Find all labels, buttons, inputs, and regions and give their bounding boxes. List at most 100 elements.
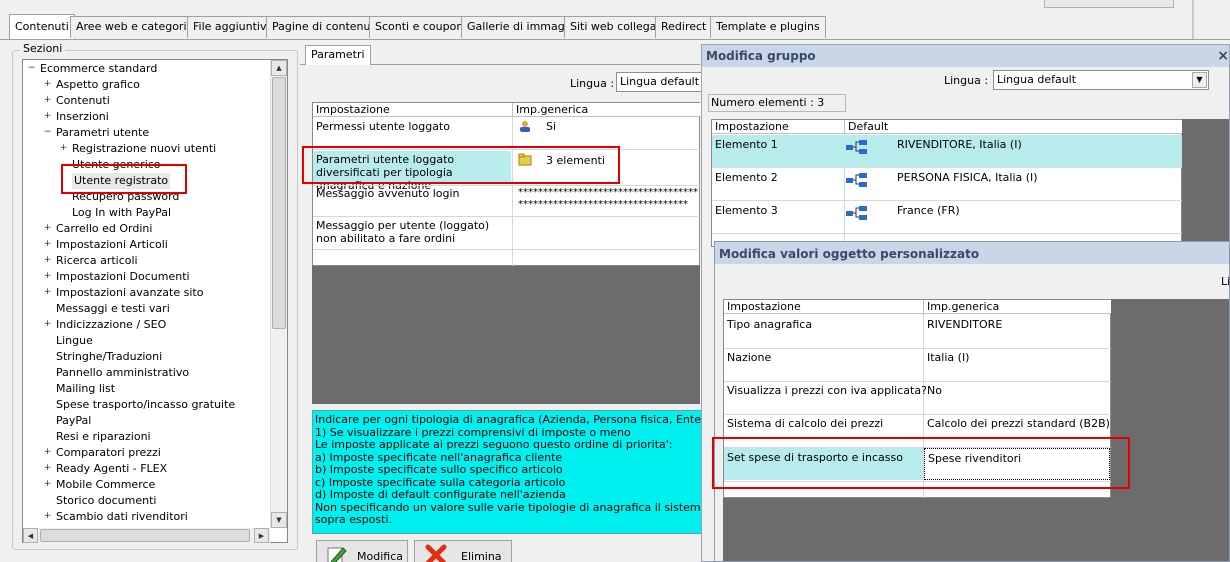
tree-item[interactable]: Ecommerce standard <box>40 61 157 77</box>
tab-file-aggiuntivi[interactable]: File aggiuntivi <box>187 16 276 38</box>
expand-icon[interactable]: + <box>43 96 52 105</box>
expand-icon[interactable]: + <box>43 512 52 521</box>
custom-row-3-value[interactable]: Calcolo dei prezzi standard (B2B) <box>924 417 1110 430</box>
tree-item[interactable]: Mobile Commerce <box>56 477 155 493</box>
custom-row-1-value[interactable]: Italia (I) <box>924 351 969 364</box>
top-blank-field <box>1044 0 1174 8</box>
expand-icon[interactable]: + <box>43 320 52 329</box>
custom-row-2-setting[interactable]: Visualizza i prezzi con iva applicata? <box>724 384 927 397</box>
expand-icon[interactable]: + <box>43 288 52 297</box>
custom-row-0-setting[interactable]: Tipo anagrafica <box>724 318 812 331</box>
tree-item[interactable]: Inserzioni <box>56 109 109 125</box>
tree-item[interactable]: Registrazione nuovi utenti <box>72 141 216 157</box>
params-header-setting: Impostazione <box>313 103 513 117</box>
custom-row-0-value[interactable]: RIVENDITORE <box>924 318 1002 331</box>
tab-contenuti[interactable]: Contenuti <box>9 14 75 40</box>
expand-icon[interactable]: + <box>43 448 52 457</box>
tree-item[interactable]: Parametri utente <box>56 125 149 141</box>
highlight-box-spese-trasporto <box>712 437 1130 489</box>
tree-item[interactable]: Messaggi e testi vari <box>56 301 170 317</box>
tree-item[interactable]: Scambio dati rivenditori <box>56 509 188 525</box>
window-edge <box>1192 0 1194 40</box>
custom-lingua-label-cut: Lin <box>1221 275 1230 288</box>
modifica-valori-window: Modifica valori oggetto personalizzato L… <box>714 241 1230 562</box>
group-row-2-setting[interactable]: Elemento 3 <box>712 204 778 217</box>
tree-hscroll-thumb[interactable] <box>40 529 250 542</box>
close-icon[interactable]: × <box>1217 45 1229 67</box>
scroll-down-icon[interactable]: ▼ <box>271 512 287 528</box>
tree-item[interactable]: Pannello amministrativo <box>56 365 189 381</box>
tree-item[interactable]: Log In with PayPal <box>72 205 171 221</box>
scroll-left-icon[interactable]: ◀ <box>23 528 38 543</box>
edit-button[interactable]: Modifica <box>316 540 408 562</box>
custom-header-value: Imp.generica <box>924 300 1112 314</box>
expand-icon[interactable]: + <box>43 272 52 281</box>
expand-icon[interactable]: + <box>43 480 52 489</box>
tree-horizontal-scrollbar[interactable]: ◀ ▶ <box>23 528 270 543</box>
tree-item[interactable]: Spese trasporto/incasso gratuite <box>56 397 235 413</box>
expand-icon[interactable]: + <box>43 80 52 89</box>
params-row-2-value[interactable]: ****************************************… <box>515 187 699 213</box>
params-lingua-select[interactable]: Lingua default <box>616 72 706 92</box>
custom-row-1-setting[interactable]: Nazione <box>724 351 771 364</box>
params-row-0-setting[interactable]: Permessi utente loggato <box>313 120 511 133</box>
tree-item[interactable]: Carrello ed Ordini <box>56 221 152 237</box>
group-lingua-select[interactable]: Lingua default ▼ <box>993 70 1209 90</box>
tree-item[interactable]: Impostazioni Articoli <box>56 237 168 253</box>
tree-item[interactable]: Indicizzazione / SEO <box>56 317 166 333</box>
highlight-box-utente-registrato <box>61 164 187 194</box>
tab-redirect[interactable]: Redirect <box>655 16 713 38</box>
chevron-down-icon[interactable]: ▼ <box>1192 72 1207 88</box>
tree-item[interactable]: PayPal <box>56 413 91 429</box>
modifica-valori-titlebar[interactable]: Modifica valori oggetto personalizzato <box>715 242 1229 264</box>
group-count-field: Numero elementi : 3 <box>708 94 846 112</box>
tree-item[interactable]: Comparatori prezzi <box>56 445 161 461</box>
tree-item[interactable]: Stringhe/Traduzioni <box>56 349 162 365</box>
tree-item[interactable]: Ricerca articoli <box>56 253 138 269</box>
tree-item[interactable]: Impostazioni Documenti <box>56 269 190 285</box>
collapse-icon[interactable]: − <box>43 128 52 137</box>
tree-item[interactable]: Impostazioni avanzate sito <box>56 285 203 301</box>
expand-icon[interactable]: + <box>43 112 52 121</box>
expand-icon[interactable]: + <box>59 144 68 153</box>
scroll-up-icon[interactable]: ▲ <box>271 60 287 76</box>
expand-icon[interactable]: + <box>43 224 52 233</box>
tree-item[interactable]: Contenuti <box>56 93 110 109</box>
tab-parametri[interactable]: Parametri <box>305 45 371 65</box>
group-lingua-label: Lingua : <box>944 74 989 87</box>
tree-item[interactable]: Resi e riparazioni <box>56 429 151 445</box>
custom-row-3-setting[interactable]: Sistema di calcolo dei prezzi <box>724 417 883 430</box>
tab-aree-web[interactable]: Aree web e categorie <box>70 16 200 38</box>
scroll-right-icon[interactable]: ▶ <box>254 528 269 543</box>
tree-vertical-scrollbar[interactable]: ▲ ▼ <box>270 60 287 528</box>
expand-icon[interactable]: + <box>43 256 52 265</box>
group-row-0-value[interactable]: RIVENDITORE, Italia (I) <box>894 138 1022 151</box>
params-row-0-value[interactable]: Si <box>543 120 556 133</box>
expand-icon[interactable]: + <box>43 464 52 473</box>
group-row-0-setting[interactable]: Elemento 1 <box>712 138 778 151</box>
params-row-2-setting[interactable]: Messaggio avvenuto login <box>313 187 511 200</box>
tree-item[interactable]: Aspetto grafico <box>56 77 140 93</box>
group-header-setting: Impostazione <box>712 120 845 134</box>
custom-row-2-value[interactable]: No <box>924 384 942 397</box>
delete-button[interactable]: Elimina <box>414 540 512 562</box>
modifica-gruppo-titlebar[interactable]: Modifica gruppo × <box>702 45 1229 67</box>
params-header-value: Imp.generica <box>513 103 701 117</box>
params-lingua-label: Lingua : <box>570 77 615 90</box>
group-row-1-value[interactable]: PERSONA FISICA, Italia (I) <box>894 171 1038 184</box>
collapse-icon[interactable]: − <box>27 64 36 73</box>
params-row-3-setting[interactable]: Messaggio per utente (loggato) non abili… <box>313 219 511 245</box>
tab-sconti-coupon[interactable]: Sconti e coupon <box>369 16 470 38</box>
tree-item[interactable]: Ready Agenti - FLEX <box>56 461 167 477</box>
tab-pagine-contenuti[interactable]: Pagine di contenuti <box>266 16 384 38</box>
expand-icon[interactable]: + <box>43 240 52 249</box>
group-row-1-setting[interactable]: Elemento 2 <box>712 171 778 184</box>
tree-item[interactable]: Storico documenti <box>56 493 156 509</box>
tree-item[interactable]: Lingue <box>56 333 93 349</box>
tab-template-plugins[interactable]: Template e plugins <box>710 16 826 38</box>
sections-tree[interactable]: − Ecommerce standard + Aspetto grafico + Cont… <box>22 59 288 543</box>
tree-scroll-thumb[interactable] <box>272 77 286 329</box>
group-header-default: Default <box>845 120 1183 134</box>
tree-item[interactable]: Mailing list <box>56 381 115 397</box>
group-row-2-value[interactable]: France (FR) <box>894 204 960 217</box>
